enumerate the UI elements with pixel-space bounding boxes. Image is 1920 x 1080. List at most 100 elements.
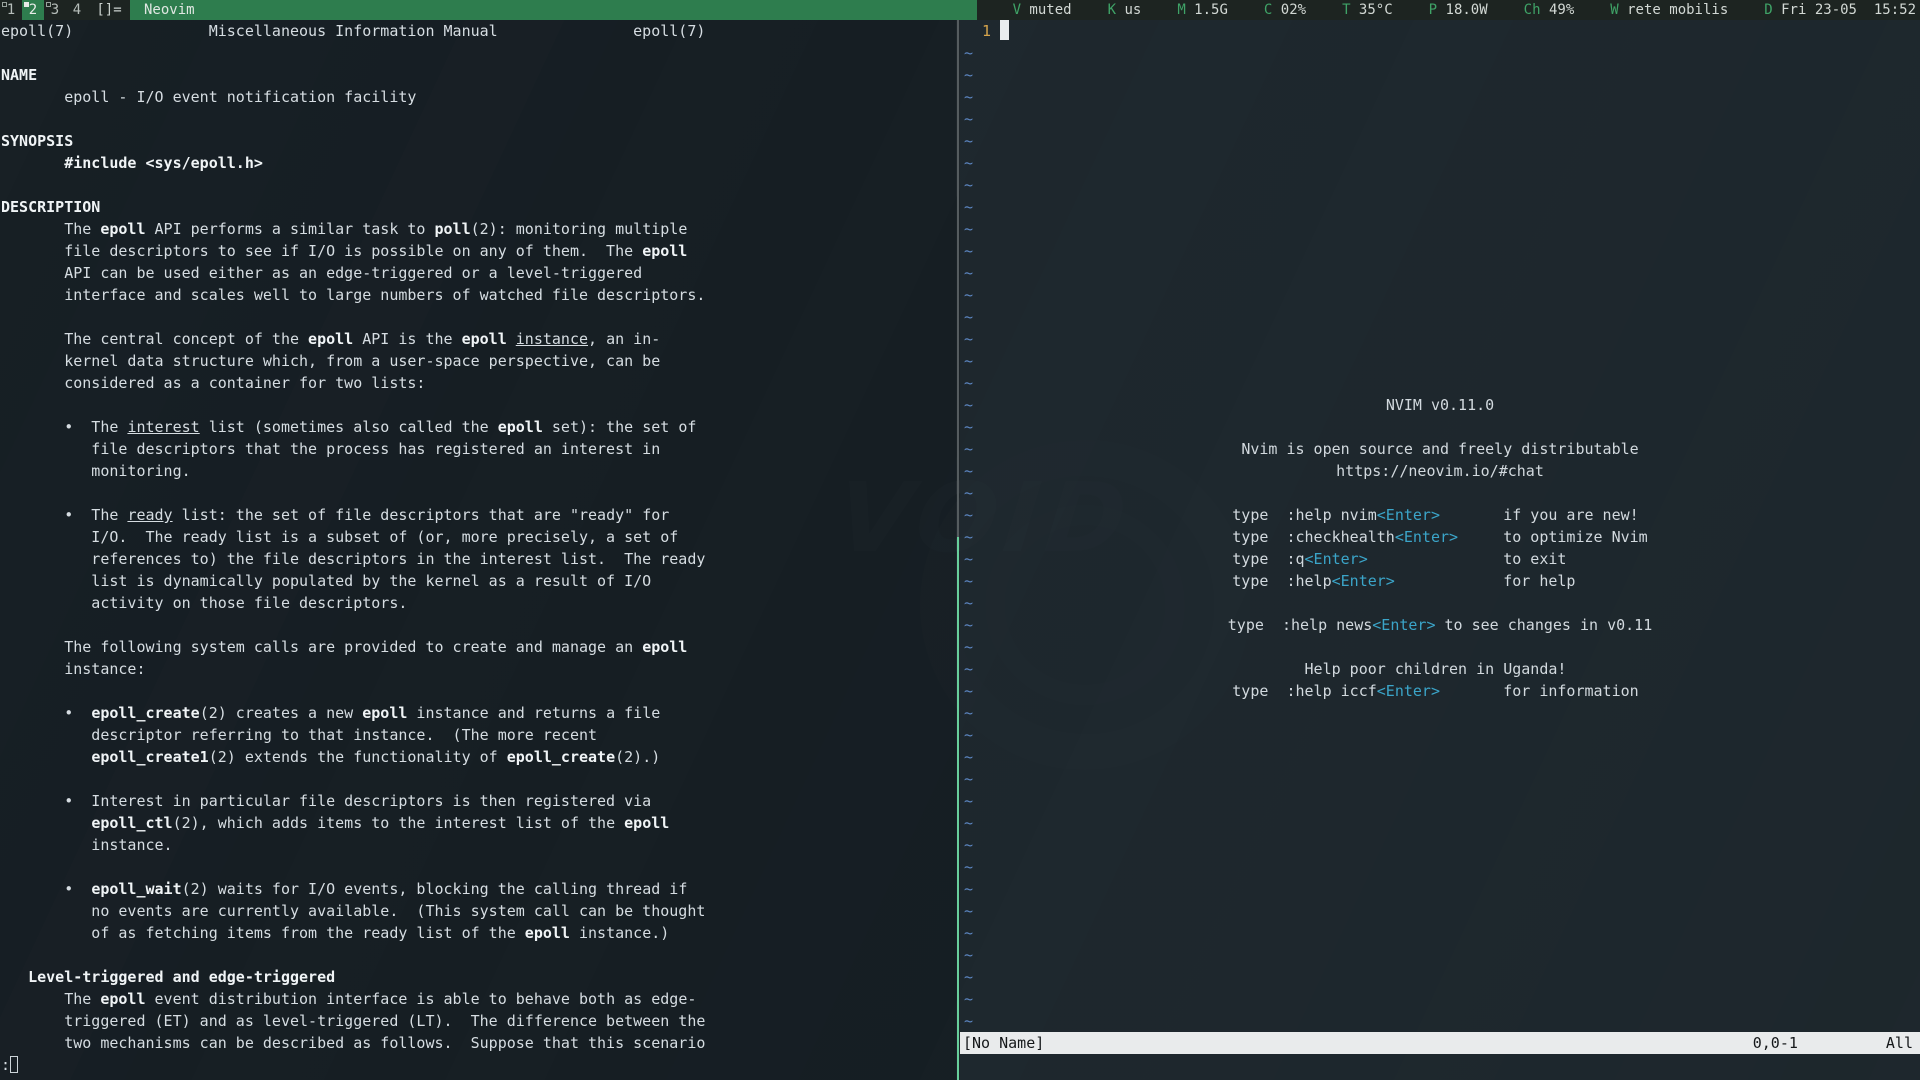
man-line: no events are currently available. (This… [0, 900, 956, 922]
man-line: interface and scales well to large numbe… [0, 284, 956, 306]
status-value: Fri 23-05 15:52 [1773, 2, 1916, 18]
nvim-tilde-row: ~ [960, 1010, 1920, 1032]
man-line [0, 174, 956, 196]
status-key: Ch [1524, 2, 1541, 18]
pager-prompt: : [1, 1056, 10, 1074]
status-module-k: K us [1108, 0, 1142, 20]
nvim-tilde-row: ~ [960, 482, 1920, 504]
man-line: descriptor referring to that instance. (… [0, 724, 956, 746]
man-line: DESCRIPTION [0, 196, 956, 218]
nvim-cursor [1000, 20, 1009, 40]
man-line: API can be used either as an edge-trigge… [0, 262, 956, 284]
status-bar: V muted K us M 1.5G C 02% T 35°C P 18.0W Ch 49… [977, 0, 1920, 20]
nvim-intro-line: Nvim is open source and freely distribut… [960, 438, 1920, 460]
man-line: two mechanisms can be described as follo… [0, 1032, 956, 1054]
man-line: monitoring. [0, 460, 956, 482]
status-module-m: M 1.5G [1177, 0, 1228, 20]
man-line: references to) the file descriptors in t… [0, 548, 956, 570]
man-line [0, 856, 956, 878]
nvim-tilde-row: ~ [960, 900, 1920, 922]
man-line: epoll_ctl(2), which adds items to the in… [0, 812, 956, 834]
man-line: #include <sys/epoll.h> [0, 152, 956, 174]
status-value: rete mobilis [1619, 2, 1729, 18]
nvim-tilde-row: ~ [960, 306, 1920, 328]
layout-symbol[interactable]: []= [88, 0, 130, 20]
man-line: • The ready list: the set of file descri… [0, 504, 956, 526]
man-line: list is dynamically populated by the ker… [0, 570, 956, 592]
man-line: epoll - I/O event notification facility [0, 86, 956, 108]
status-module-t: T 35°C [1342, 0, 1393, 20]
man-line: The epoll API performs a similar task to… [0, 218, 956, 240]
man-line [0, 108, 956, 130]
nvim-tilde-row: ~ [960, 922, 1920, 944]
nvim-tilde-row: ~ [960, 64, 1920, 86]
man-line [0, 944, 956, 966]
nvim-intro-line: NVIM v0.11.0 [960, 394, 1920, 416]
window-separator-top [957, 20, 959, 537]
workspace-tag-1[interactable]: 1 [0, 0, 22, 20]
workspace-tag-4[interactable]: 4 [66, 0, 88, 20]
man-line: • Interest in particular file descriptor… [0, 790, 956, 812]
man-line: instance. [0, 834, 956, 856]
man-line: file descriptors that the process has re… [0, 438, 956, 460]
nvim-statusline: [No Name] 0,0-1 All [960, 1032, 1920, 1054]
man-line: The following system calls are provided … [0, 636, 956, 658]
status-key: P [1429, 2, 1437, 18]
man-lines: epoll(7) Miscellaneous Information Manua… [0, 20, 956, 1054]
pager-prompt-row: : [0, 1054, 956, 1076]
man-line: The central concept of the epoll API is … [0, 328, 956, 350]
nvim-line-1: 1 [960, 20, 1920, 42]
nvim-tilde-row: ~ [960, 350, 1920, 372]
nvim-tilde-row: ~ [960, 812, 1920, 834]
nvim-tilde-row: ~ [960, 944, 1920, 966]
nvim-tilde-row: ~ [960, 218, 1920, 240]
nvim-intro-line: type :help<Enter> for help [960, 570, 1920, 592]
nvim-tilde-row: ~ [960, 42, 1920, 64]
tag-client-indicator [2, 2, 7, 7]
window-separator-bottom [957, 537, 959, 1080]
terminal-cursor [10, 1056, 18, 1073]
nvim-tilde-row: ~ [960, 856, 1920, 878]
man-line [0, 482, 956, 504]
status-value: 35°C [1351, 2, 1393, 18]
statusline-ruler-position: 0,0-1 [1753, 1032, 1798, 1054]
man-line [0, 394, 956, 416]
focused-window-title: Neovim [130, 0, 977, 20]
nvim-tilde-row: ~ [960, 86, 1920, 108]
neovim-window[interactable]: 1 ~~~~~~~~~~~~~~~~~~~~~~~~~~~~~~~~~~~~~~… [960, 20, 1920, 1080]
man-line [0, 42, 956, 64]
man-line: considered as a container for two lists: [0, 372, 956, 394]
nvim-intro-line: type :help news<Enter> to see changes in… [960, 614, 1920, 636]
tag-list: 1234 [0, 0, 88, 20]
nvim-tilde-row: ~ [960, 592, 1920, 614]
nvim-intro-line: Help poor children in Uganda! [960, 658, 1920, 680]
tag-client-indicator [24, 2, 29, 7]
man-line: activity on those file descriptors. [0, 592, 956, 614]
man-line [0, 614, 956, 636]
workspace-tag-3[interactable]: 3 [44, 0, 66, 20]
man-line [0, 680, 956, 702]
status-module-ch: Ch 49% [1524, 0, 1575, 20]
nvim-tilde-row: ~ [960, 174, 1920, 196]
status-module-w: W rete mobilis [1610, 0, 1728, 20]
nvim-tilde-row: ~ [960, 240, 1920, 262]
workspace-tag-2[interactable]: 2 [22, 0, 44, 20]
man-line: I/O. The ready list is a subset of (or, … [0, 526, 956, 548]
man-line: The epoll event distribution interface i… [0, 988, 956, 1010]
status-value: 02% [1272, 2, 1306, 18]
status-module-v: V muted [1013, 0, 1072, 20]
man-line: kernel data structure which, from a user… [0, 350, 956, 372]
nvim-tilde-row: ~ [960, 834, 1920, 856]
status-module-p: P 18.0W [1429, 0, 1488, 20]
status-module-c: C 02% [1264, 0, 1306, 20]
nvim-intro-line: type :help iccf<Enter> for information [960, 680, 1920, 702]
status-value: 18.0W [1437, 2, 1488, 18]
man-line: • epoll_wait(2) waits for I/O events, bl… [0, 878, 956, 900]
tag-client-indicator [46, 2, 51, 7]
man-page-terminal[interactable]: epoll(7) Miscellaneous Information Manua… [0, 20, 956, 1080]
status-value: 49% [1541, 2, 1575, 18]
man-line: NAME [0, 64, 956, 86]
status-value: us [1116, 2, 1141, 18]
status-key: V [1013, 2, 1021, 18]
dwm-bar: 1234 []= Neovim V muted K us M 1.5G C 02% T … [0, 0, 1920, 20]
